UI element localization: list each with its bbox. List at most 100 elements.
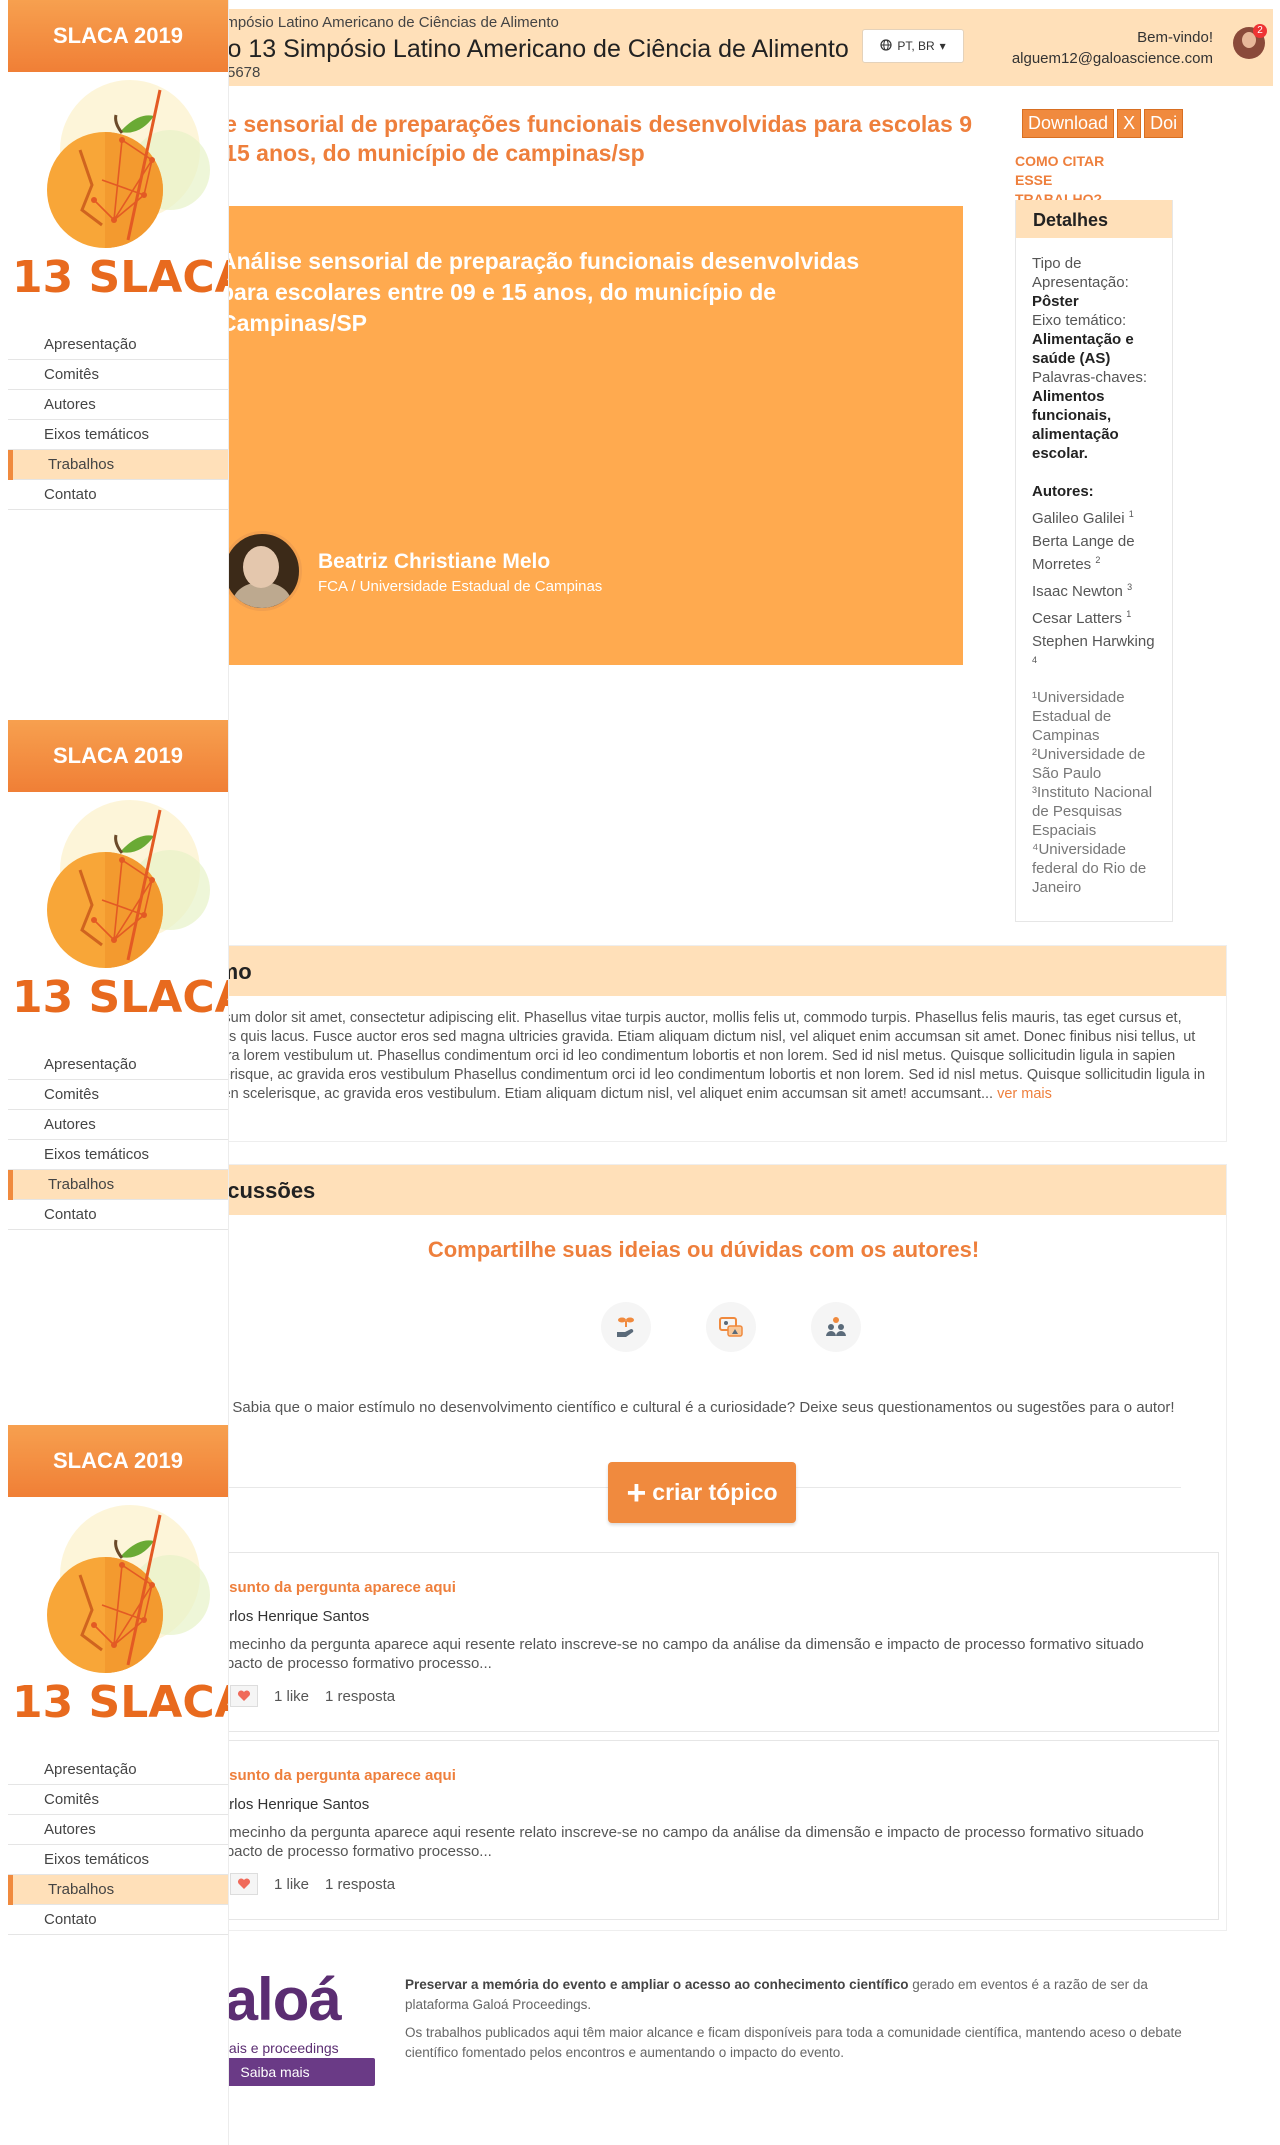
welcome-text: Bem-vindo!: [1137, 29, 1213, 46]
hand-plant-icon: [601, 1302, 651, 1352]
nav-item-active[interactable]: Trabalhos: [8, 1170, 228, 1200]
type-label: Tipo de Apresentação:: [1032, 255, 1129, 291]
nav-item[interactable]: Contato: [8, 1905, 228, 1935]
sidebar-header[interactable]: SLACA 2019: [8, 0, 228, 72]
discussions-card: Discussões Compartilhe suas ideias ou dú…: [180, 1164, 1227, 1931]
like-count: 1 like: [274, 1687, 310, 1705]
svg-text:13 SLACA: 13 SLACA: [12, 1677, 228, 1725]
paper-actions: Download X Doi: [1022, 109, 1184, 138]
user-greeting: Bem-vindo! alguem12@galoascience.com: [1012, 27, 1213, 69]
reply-count[interactable]: 1 resposta: [325, 1876, 395, 1893]
chat-image-icon: [706, 1302, 756, 1352]
reply-count[interactable]: 1 resposta: [325, 1688, 395, 1705]
nav-item[interactable]: Eixos temáticos: [8, 420, 228, 450]
sidebar-header[interactable]: SLACA 2019: [8, 1425, 228, 1497]
sidebar-nav: Apresentação Comitês Autores Eixos temát…: [8, 330, 228, 510]
affiliation-item: ²Universidade de São Paulo: [1032, 746, 1146, 782]
nav-item[interactable]: Comitês: [8, 360, 228, 390]
event-breadcrumb[interactable]: impósio Latino Americano de Ciências de …: [222, 14, 559, 31]
like-button[interactable]: [230, 1685, 258, 1707]
topic-card[interactable]: Assunto da pergunta aparece aqui Carlos …: [189, 1740, 1219, 1920]
sidebar-nav: Apresentação Comitês Autores Eixos temát…: [8, 1755, 228, 1935]
affiliation-item: ¹Universidade Estadual de Campinas: [1032, 689, 1125, 744]
nav-item[interactable]: Comitês: [8, 1080, 228, 1110]
axis-value: Alimentação e saúde (AS): [1032, 331, 1134, 367]
nav-item[interactable]: Apresentação: [8, 1755, 228, 1785]
event-header: impósio Latino Americano de Ciências de …: [160, 9, 1273, 86]
svg-text:13 SLACA: 13 SLACA: [12, 972, 228, 1020]
sidebar-nav: Apresentação Comitês Autores Eixos temát…: [8, 1050, 228, 1230]
nav-item[interactable]: Autores: [8, 390, 228, 420]
nav-item[interactable]: Apresentação: [8, 330, 228, 360]
axis-label: Eixo temático:: [1032, 312, 1127, 329]
caret-down-icon: ▾: [939, 39, 946, 53]
abstract-card: sumo m ipsum dolor sit amet, consectetur…: [180, 945, 1227, 1142]
poster-preview[interactable]: Análise sensorial de preparação funciona…: [180, 206, 963, 665]
footer-text: Preservar a memória do evento e ampliar …: [405, 1977, 1182, 2060]
abstract-heading: sumo: [181, 946, 1226, 996]
download-button[interactable]: Download: [1022, 109, 1115, 138]
topic-author: Carlos Henrique Santos: [210, 1608, 370, 1625]
nav-item[interactable]: Autores: [8, 1815, 228, 1845]
svg-text:13 SLACA: 13 SLACA: [12, 252, 228, 300]
sidebar: SLACA 2019 13 SLACA Apresentação Comitês…: [0, 1425, 249, 2145]
nav-item-active[interactable]: Trabalhos: [8, 1875, 228, 1905]
author-item[interactable]: Cesar Latters 1: [1032, 605, 1160, 628]
author-item[interactable]: Isaac Newton 3: [1032, 578, 1160, 601]
like-button[interactable]: [230, 1873, 258, 1895]
details-panel: Detalhes Tipo de Apresentação: Pôster Ei…: [1015, 200, 1173, 922]
nav-item[interactable]: Apresentação: [8, 1050, 228, 1080]
keywords-value: Alimentos funcionais, alimentação escola…: [1032, 388, 1119, 462]
nav-item[interactable]: Autores: [8, 1110, 228, 1140]
presenter-affiliation: FCA / Universidade Estadual de Campinas: [318, 578, 603, 595]
poster-title: Análise sensorial de preparação funciona…: [220, 248, 860, 336]
paper-title: ise sensorial de preparações funcionais …: [205, 111, 973, 166]
author-item[interactable]: Berta Lange de Morretes 2: [1032, 532, 1160, 574]
sidebar: SLACA 2019 13 SLACA Apresentação Comitês…: [0, 720, 249, 1425]
close-button[interactable]: X: [1117, 109, 1142, 138]
author-item[interactable]: Galileo Galilei 1: [1032, 505, 1160, 528]
nav-item[interactable]: Contato: [8, 1200, 228, 1230]
details-heading: Detalhes: [1016, 200, 1172, 238]
author-item[interactable]: Stephen Harwking 4: [1032, 632, 1160, 674]
affiliation-item: ³Instituto Nacional de Pesquisas Espacia…: [1032, 784, 1153, 839]
create-topic-label: criar tópico: [652, 1479, 778, 1505]
plus-icon: +: [626, 1473, 647, 1512]
curiosity-text: Sabia que o maior estímulo no desenvolvi…: [232, 1399, 1175, 1416]
slaca-logo: 13 SLACA: [10, 70, 249, 303]
topic-card[interactable]: Assunto da pergunta aparece aqui Carlos …: [189, 1552, 1219, 1732]
nav-item[interactable]: Eixos temáticos: [8, 1845, 228, 1875]
nav-item[interactable]: Comitês: [8, 1785, 228, 1815]
notification-badge[interactable]: 2: [1253, 24, 1267, 38]
topic-excerpt: Comecinho da pergunta aparece aqui resen…: [210, 1824, 1144, 1860]
affiliation-item: ⁴Universidade federal do Rio de Janeiro: [1032, 841, 1147, 896]
people-icon: [811, 1302, 861, 1352]
abstract-text: m ipsum dolor sit amet, consectetur adip…: [196, 1010, 1206, 1102]
nav-item[interactable]: Eixos temáticos: [8, 1140, 228, 1170]
presenter-avatar: [222, 531, 302, 611]
heart-icon: [237, 1690, 251, 1701]
nav-item-active[interactable]: Trabalhos: [8, 450, 228, 480]
discussion-icons: [601, 1302, 861, 1352]
slaca-logo: 13 SLACA: [10, 790, 249, 1023]
share-prompt: Compartilhe suas ideias ou dúvidas com o…: [427, 1237, 980, 1262]
discussions-heading: Discussões: [181, 1165, 1226, 1215]
user-email[interactable]: alguem12@galoascience.com: [1012, 48, 1213, 69]
topic-excerpt: Comecinho da pergunta aparece aqui resen…: [210, 1636, 1144, 1672]
create-topic-button[interactable]: + criar tópico: [608, 1462, 796, 1523]
slaca-logo: 13 SLACA: [10, 1495, 249, 1728]
language-selector[interactable]: PT, BR ▾: [862, 29, 964, 63]
keywords-label: Palavras-chaves:: [1032, 369, 1148, 386]
event-title: lo 13 Simpósio Latino Americano de Ciênc…: [222, 35, 849, 63]
like-count: 1 like: [274, 1875, 310, 1893]
doi-button[interactable]: Doi: [1144, 109, 1184, 138]
presenter-name: Beatriz Christiane Melo: [318, 550, 551, 573]
sidebar-header[interactable]: SLACA 2019: [8, 720, 228, 792]
globe-icon: [880, 38, 892, 54]
heart-icon: [237, 1878, 251, 1889]
read-more-link[interactable]: ver mais: [997, 1086, 1052, 1102]
topic-subject[interactable]: Assunto da pergunta aparece aqui: [210, 1579, 456, 1596]
nav-item[interactable]: Contato: [8, 480, 228, 510]
topic-subject[interactable]: Assunto da pergunta aparece aqui: [210, 1767, 456, 1784]
topic-author: Carlos Henrique Santos: [210, 1796, 370, 1813]
